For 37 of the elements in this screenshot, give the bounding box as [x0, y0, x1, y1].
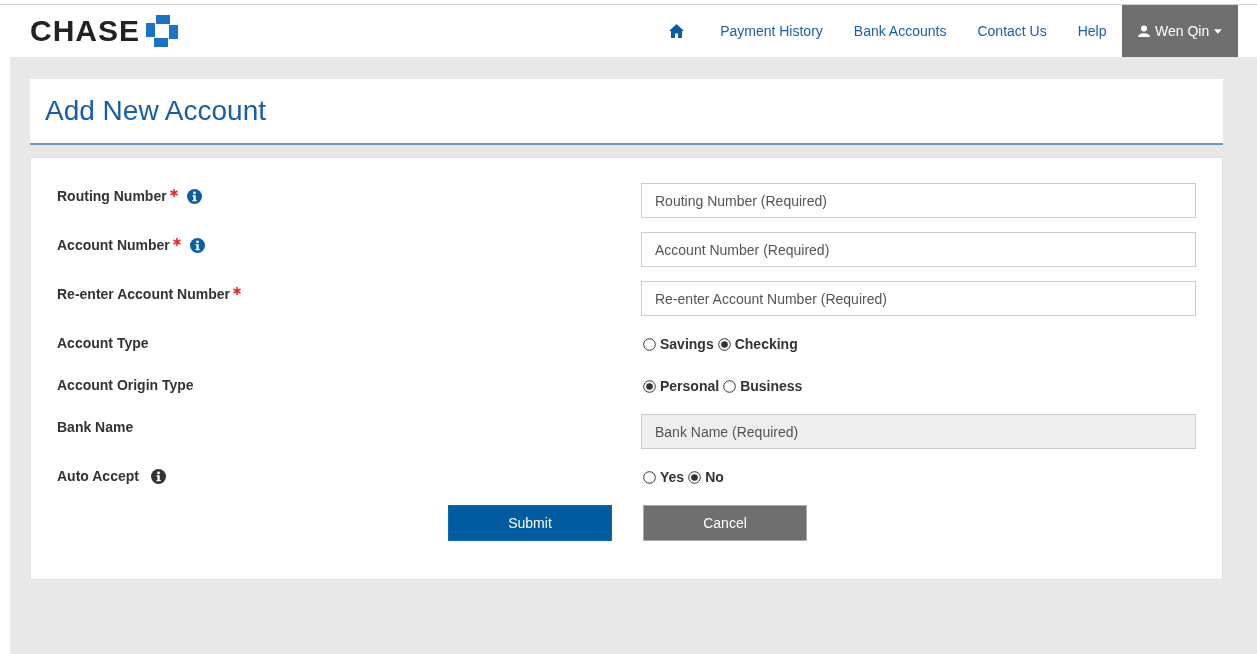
field-label: Account Number	[57, 237, 170, 253]
radio-label: No	[705, 469, 724, 485]
radio-label: Yes	[660, 469, 685, 485]
radio-button[interactable]	[643, 379, 656, 393]
text-input-field[interactable]: Routing Number (Required)	[641, 183, 1196, 218]
radio-button[interactable]	[717, 337, 731, 351]
text-input-field[interactable]: Account Number (Required)	[641, 232, 1196, 267]
radio-label: Business	[740, 378, 803, 394]
page-title: Add New Account	[45, 95, 267, 127]
caret-icon	[1214, 28, 1222, 34]
radio-button[interactable]	[643, 337, 656, 351]
info-icon[interactable]	[150, 469, 166, 484]
radio-button[interactable]	[643, 470, 656, 484]
user-menu-button[interactable]: Wen Qin	[1122, 5, 1238, 57]
logo-wordmark[interactable]: CHASE	[30, 14, 140, 48]
field-label: Auto Accept	[57, 468, 139, 484]
radio-label: Checking	[734, 336, 798, 352]
radio-label: Savings	[660, 336, 714, 352]
info-icon[interactable]	[189, 238, 205, 253]
submit-button[interactable]: Submit	[448, 505, 612, 541]
cancel-button[interactable]: Cancel	[643, 505, 807, 541]
field-label: Account Type	[57, 335, 149, 351]
radio-button[interactable]	[723, 379, 737, 393]
info-icon[interactable]	[186, 189, 202, 204]
field-label: Account Origin Type	[57, 377, 194, 393]
radio-label: Personal	[660, 378, 720, 394]
nav-link[interactable]: Help	[1062, 5, 1122, 57]
text-input-field[interactable]: Re-enter Account Number (Required)	[641, 281, 1196, 316]
radio-button[interactable]	[688, 470, 702, 484]
nav-link[interactable]: Bank Accounts	[838, 5, 962, 57]
nav-link[interactable]: Payment History	[704, 5, 839, 57]
field-label: Re-enter Account Number	[57, 286, 230, 302]
octagon-logo-icon	[146, 15, 178, 47]
user-icon	[1138, 24, 1151, 38]
nav-link[interactable]: Contact Us	[961, 5, 1063, 57]
field-label: Routing Number	[57, 188, 167, 204]
field-label: Bank Name	[57, 419, 134, 435]
